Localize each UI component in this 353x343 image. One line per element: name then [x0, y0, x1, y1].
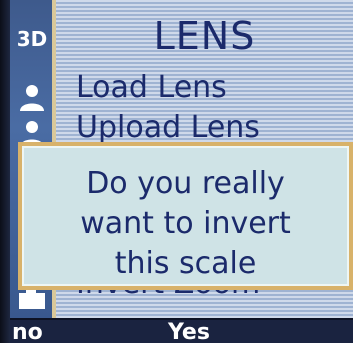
menu-title: LENS [153, 14, 256, 58]
user-icon[interactable] [15, 80, 49, 114]
menu-item-upload-lens[interactable]: Upload Lens [76, 110, 260, 145]
no-softkey[interactable]: no [12, 320, 43, 343]
dialog-line: this scale [114, 246, 257, 281]
softkey-bar: no Yes [10, 318, 353, 343]
confirm-dialog: Do you really want to invert this scale [18, 142, 353, 290]
mode-3d-label[interactable]: 3D [15, 22, 49, 56]
dialog-line: Do you really [86, 166, 285, 201]
dialog-line: want to invert [80, 206, 291, 241]
device-screen: 3D LENS Load Lens Upload Lens Invert Zoo… [10, 0, 353, 343]
device-bezel [0, 0, 10, 343]
dialog-message: Do you really want to invert this scale [22, 164, 349, 284]
yes-softkey[interactable]: Yes [168, 320, 210, 343]
menu-item-load-lens[interactable]: Load Lens [76, 70, 227, 105]
